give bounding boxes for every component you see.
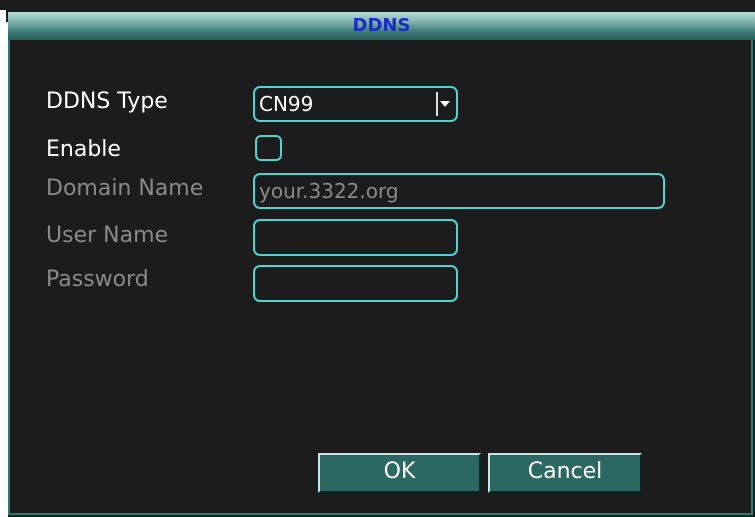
user-name-label: User Name bbox=[46, 223, 169, 248]
enable-checkbox[interactable] bbox=[255, 135, 282, 161]
ddns-type-label: DDNS Type bbox=[46, 89, 168, 114]
domain-name-field[interactable]: your.3322.org bbox=[253, 173, 665, 209]
cancel-button[interactable]: Cancel bbox=[488, 453, 642, 493]
ok-button[interactable]: OK bbox=[318, 453, 481, 493]
title-bar: DDNS bbox=[8, 12, 755, 40]
domain-name-label: Domain Name bbox=[46, 176, 204, 201]
password-label: Password bbox=[46, 267, 149, 292]
dialog-title: DDNS bbox=[352, 15, 411, 36]
domain-name-value: your.3322.org bbox=[259, 179, 399, 203]
ddns-type-value: CN99 bbox=[259, 92, 314, 116]
chevron-down-icon[interactable] bbox=[436, 92, 452, 116]
user-name-field[interactable] bbox=[253, 219, 458, 256]
ddns-type-select[interactable]: CN99 bbox=[253, 86, 458, 122]
enable-label: Enable bbox=[46, 137, 121, 162]
password-field[interactable] bbox=[253, 265, 458, 302]
ddns-dialog: DDNS DDNS Type CN99 Enable Domain Name y… bbox=[0, 0, 755, 517]
window-edge bbox=[0, 10, 8, 517]
